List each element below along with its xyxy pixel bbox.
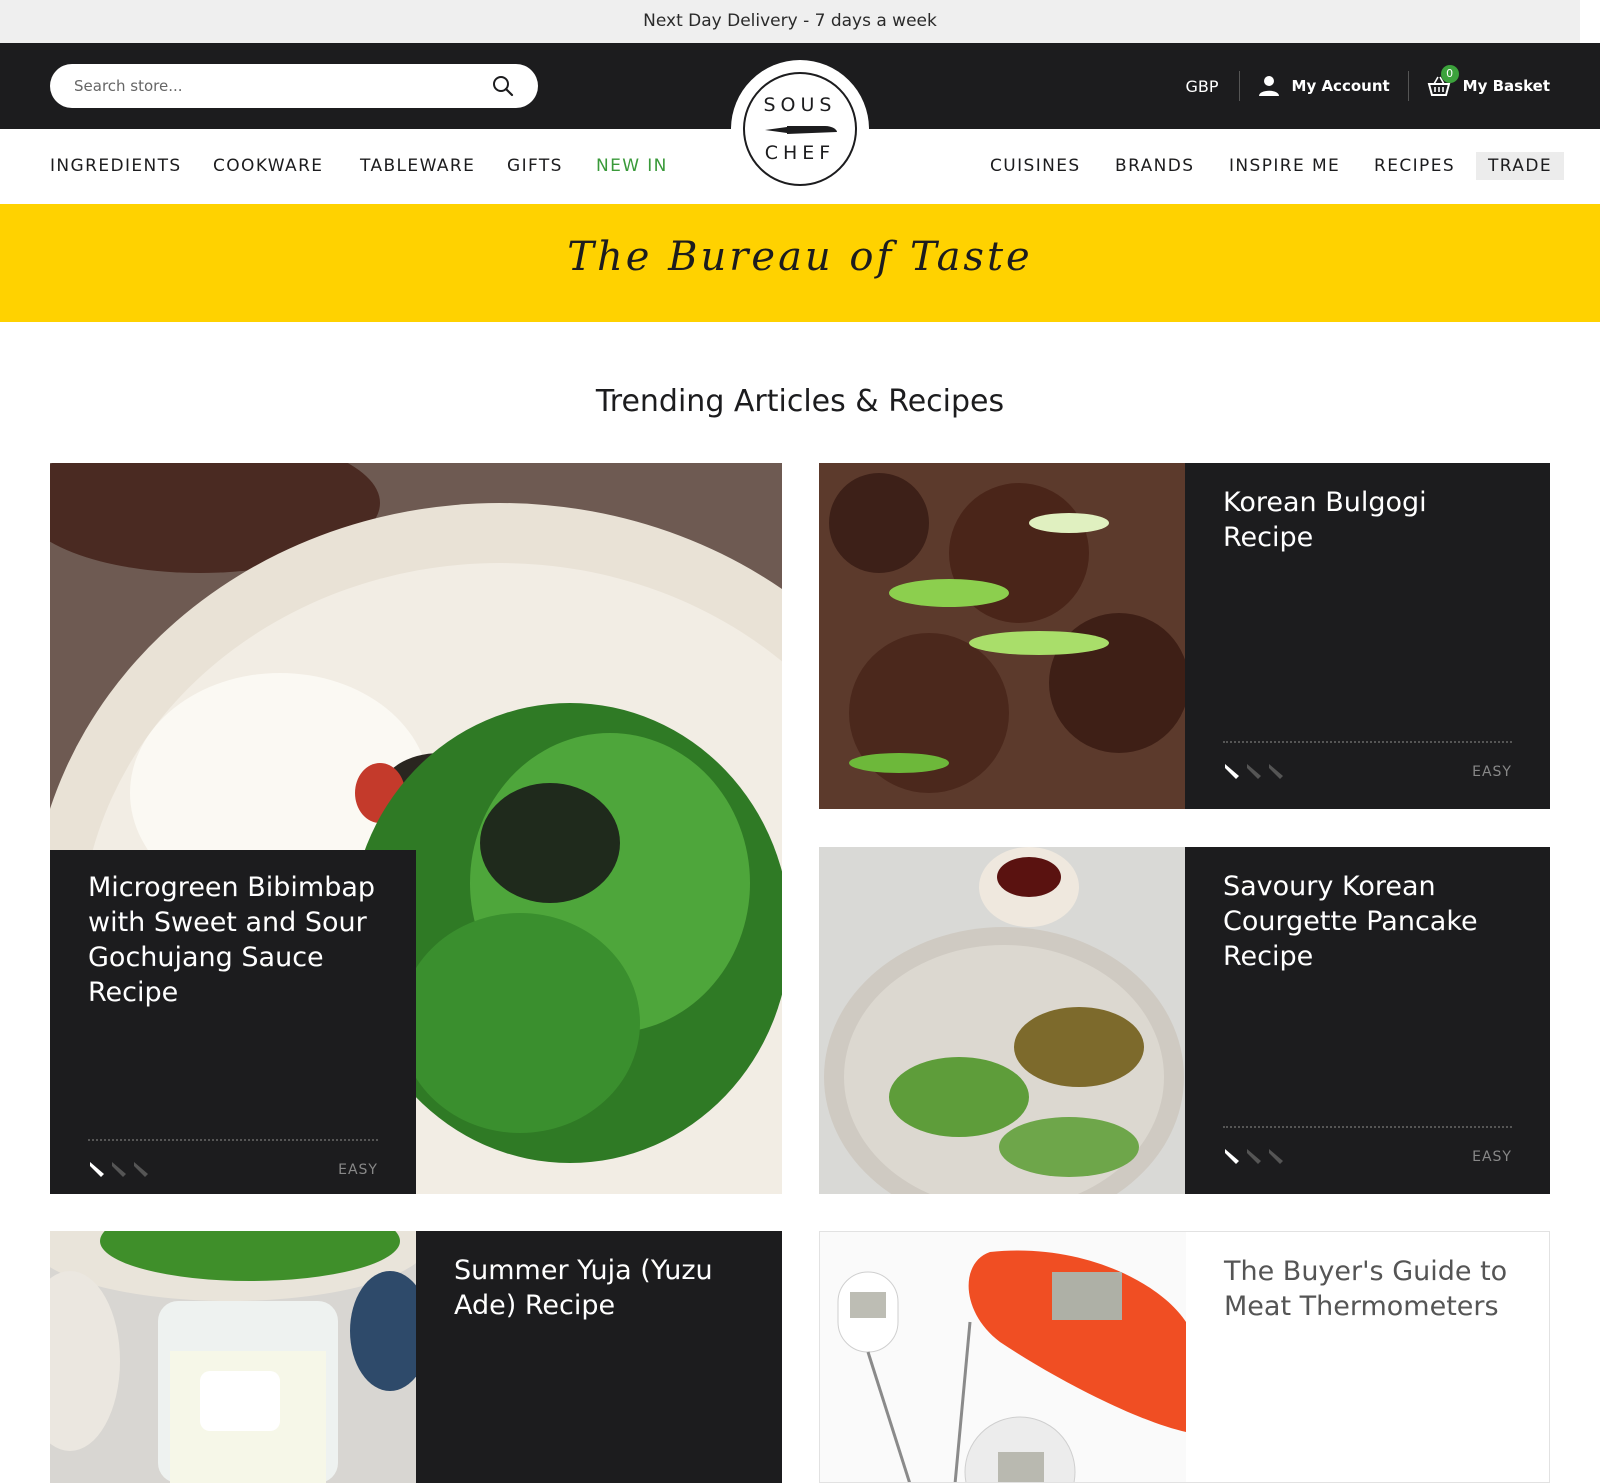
dotted-divider [88, 1139, 378, 1141]
logo-text-top: SOUS [763, 94, 837, 116]
knife-icon-inactive [134, 1162, 148, 1177]
difficulty-rating [1223, 1147, 1285, 1165]
article-card-panel: Microgreen Bibimbap with Sweet and Sour … [50, 850, 416, 1194]
nav-trade[interactable]: TRADE [1476, 152, 1564, 180]
difficulty-label: EASY [1472, 1149, 1512, 1165]
knife-logo-icon [765, 126, 837, 134]
nav-cuisines[interactable]: CUISINES [990, 156, 1081, 176]
dotted-divider [1223, 741, 1512, 743]
basket-count-badge: 0 [1440, 65, 1459, 83]
nav-inspire-me[interactable]: INSPIRE ME [1229, 156, 1340, 176]
article-card-courgette-pancake[interactable]: Savoury Korean Courgette Pancake Recipe … [819, 847, 1550, 1194]
nav-recipes[interactable]: RECIPES [1374, 156, 1455, 176]
article-title[interactable]: Microgreen Bibimbap with Sweet and Sour … [88, 870, 388, 1010]
nav-gifts[interactable]: GIFTS [507, 156, 563, 176]
article-title[interactable]: Summer Yuja (Yuzu Ade) Recipe [454, 1253, 754, 1323]
article-card-bulgogi[interactable]: Korean Bulgogi Recipe EASY [819, 463, 1550, 809]
knife-icon-inactive [1269, 1149, 1283, 1164]
difficulty-rating [1223, 762, 1285, 780]
bureau-of-taste-banner[interactable]: The Bureau of Taste [0, 204, 1600, 322]
dotted-divider [1223, 1126, 1512, 1128]
article-card-panel: The Buyer's Guide to Meat Thermometers [1186, 1232, 1549, 1482]
article-card-panel: Savoury Korean Courgette Pancake Recipe … [1185, 847, 1550, 1194]
delivery-text: Next Day Delivery - 7 days a week [643, 11, 937, 31]
logo-text-bottom: CHEF [764, 142, 836, 164]
article-title[interactable]: Korean Bulgogi Recipe [1223, 485, 1523, 555]
nav-tableware[interactable]: TABLEWARE [360, 156, 475, 176]
knife-icon-active [1225, 764, 1239, 779]
yuja-ade-photo [50, 1231, 416, 1483]
nav-brands[interactable]: BRANDS [1115, 156, 1194, 176]
article-card-panel: Korean Bulgogi Recipe EASY [1185, 463, 1550, 809]
nav-cookware[interactable]: COOKWARE [213, 156, 323, 176]
difficulty-label: EASY [1472, 764, 1512, 780]
knife-icon-inactive [1269, 764, 1283, 779]
search-icon[interactable] [492, 75, 514, 97]
article-card-panel: Summer Yuja (Yuzu Ade) Recipe [416, 1231, 782, 1483]
search-input[interactable] [74, 64, 474, 108]
knife-icon-active [1225, 1149, 1239, 1164]
knife-icon-inactive [1247, 1149, 1261, 1164]
article-card-yuja[interactable]: Summer Yuja (Yuzu Ade) Recipe [50, 1231, 782, 1483]
delivery-banner: Next Day Delivery - 7 days a week [0, 0, 1580, 43]
article-title[interactable]: Savoury Korean Courgette Pancake Recipe [1223, 869, 1523, 974]
difficulty-rating [88, 1160, 150, 1178]
sous-chef-logo[interactable]: SOUS CHEF [731, 60, 869, 198]
basket-label: My Basket [1462, 77, 1550, 95]
difficulty-label: EASY [338, 1162, 378, 1178]
knife-icon-inactive [1247, 764, 1261, 779]
article-card-bibimbap[interactable]: Microgreen Bibimbap with Sweet and Sour … [50, 463, 782, 1194]
my-account-link[interactable]: My Account [1240, 75, 1408, 97]
logo-ring: SOUS CHEF [743, 72, 857, 186]
header-actions: GBP My Account 0 My Basket [1185, 43, 1550, 129]
knife-icon-active [90, 1162, 104, 1177]
courgette-pancake-photo [819, 847, 1185, 1194]
account-label: My Account [1291, 77, 1390, 95]
bulgogi-photo [819, 463, 1185, 809]
search-box[interactable] [50, 64, 538, 108]
meat-thermometers-photo [820, 1232, 1186, 1482]
my-basket-link[interactable]: 0 My Basket [1409, 65, 1550, 97]
section-title: Trending Articles & Recipes [595, 384, 1005, 419]
knife-icon-inactive [112, 1162, 126, 1177]
nav-ingredients[interactable]: INGREDIENTS [50, 156, 182, 176]
user-icon [1258, 76, 1279, 96]
bureau-of-taste-title: The Bureau of Taste [567, 234, 1033, 280]
currency-selector[interactable]: GBP [1185, 77, 1238, 96]
article-card-meat-thermometers[interactable]: The Buyer's Guide to Meat Thermometers [819, 1231, 1550, 1483]
article-title[interactable]: The Buyer's Guide to Meat Thermometers [1224, 1254, 1524, 1324]
nav-new-in[interactable]: NEW IN [596, 156, 668, 176]
